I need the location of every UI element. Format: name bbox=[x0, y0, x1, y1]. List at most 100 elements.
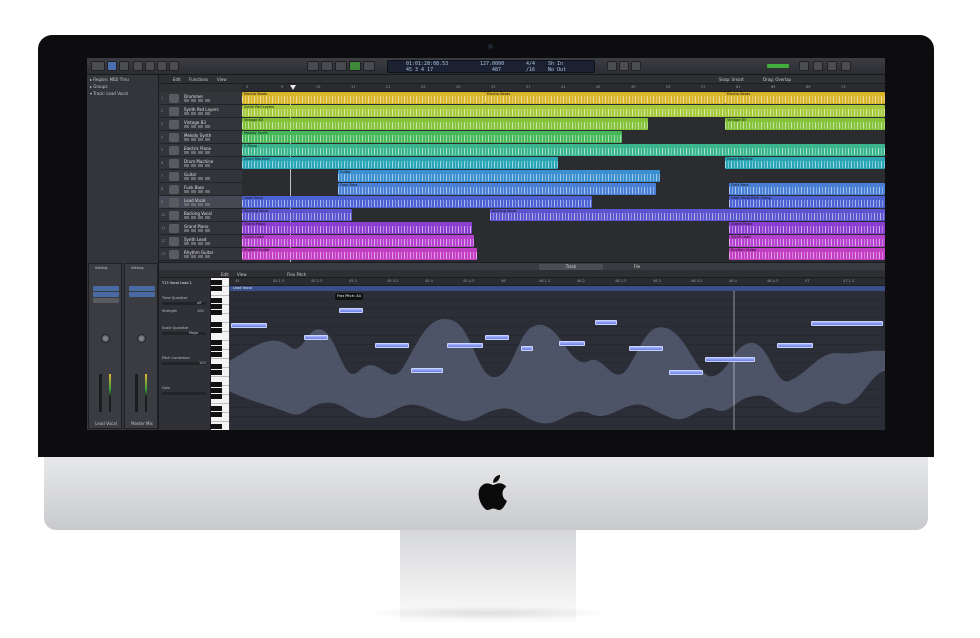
browser-button[interactable] bbox=[841, 61, 851, 71]
region[interactable]: Drum Machine bbox=[242, 157, 558, 169]
pitch-note[interactable] bbox=[629, 346, 663, 351]
pitch-note[interactable] bbox=[411, 368, 443, 373]
region[interactable]: E.Piano bbox=[242, 144, 885, 156]
track-header[interactable]: 2 Synth Pad Layers bbox=[159, 105, 242, 118]
track-lane[interactable]: Synth Pad Layers bbox=[242, 105, 885, 118]
pitch-note[interactable] bbox=[705, 357, 755, 362]
editor-ruler[interactable]: 45 45.1.3 45.2.3 45.3 45.3.3 45.4 45.4.3 46 46.1… bbox=[229, 278, 885, 286]
region[interactable]: Backing Vocal bbox=[242, 209, 352, 221]
black-key[interactable] bbox=[211, 346, 222, 351]
region[interactable]: Drum Machine bbox=[725, 157, 885, 169]
pitch-note[interactable] bbox=[231, 323, 267, 328]
lcd-display[interactable]: 01:01:28:08.53 45 3 4 17 127.0000 487 4/… bbox=[387, 60, 595, 73]
track-header[interactable]: 1 Drummer bbox=[159, 92, 242, 105]
view-menu[interactable]: View bbox=[217, 77, 227, 82]
track-lane[interactable]: Electro Beats Electro Beats Electro Beats bbox=[242, 92, 885, 105]
region[interactable]: Grand Piano bbox=[729, 222, 885, 234]
tracks-area[interactable]: Electro Beats Electro Beats Electro Beats S… bbox=[242, 92, 885, 262]
track-header[interactable]: 3 Vintage B3 bbox=[159, 118, 242, 131]
region[interactable]: Synth Lead bbox=[729, 235, 885, 247]
region[interactable]: Melody Synth bbox=[242, 131, 622, 143]
strip-comp-slot[interactable] bbox=[129, 292, 155, 297]
track-header[interactable]: 6 Drum Machine bbox=[159, 157, 242, 170]
track-lane[interactable]: Synth Lead Synth Lead bbox=[242, 235, 885, 248]
track-header[interactable]: 13 Rhythm Guitar bbox=[159, 248, 242, 261]
track-header[interactable]: 10 Backing Vocal bbox=[159, 209, 242, 222]
inspector-region-row[interactable]: ▸ Region: MIDI Thru bbox=[90, 77, 129, 82]
track-header[interactable]: 12 Synth Lead bbox=[159, 235, 242, 248]
editor-view-menu[interactable]: View bbox=[237, 272, 247, 277]
editors-button[interactable] bbox=[169, 61, 179, 71]
black-key[interactable] bbox=[211, 340, 222, 345]
track-lane[interactable]: Guitar bbox=[242, 170, 885, 183]
black-key[interactable] bbox=[211, 406, 222, 411]
track-lane[interactable]: Melody Synth bbox=[242, 131, 885, 144]
strip-eq-slot[interactable] bbox=[93, 286, 119, 291]
track-lane[interactable]: Backing Vocal Backing Vocal bbox=[242, 209, 885, 222]
black-key[interactable] bbox=[211, 280, 222, 285]
pitch-note[interactable] bbox=[595, 320, 617, 325]
black-key[interactable] bbox=[211, 310, 222, 315]
track-lane[interactable]: Vintage B3 Vintage B3 bbox=[242, 118, 885, 131]
play-button[interactable] bbox=[349, 61, 361, 71]
master-volume-slider[interactable] bbox=[767, 64, 789, 68]
strip-bus-slot[interactable] bbox=[93, 298, 119, 303]
region[interactable]: Rhythm Guitar bbox=[242, 248, 477, 260]
black-key[interactable] bbox=[211, 328, 222, 333]
region[interactable]: Rhythm Guitar bbox=[729, 248, 885, 260]
track-lane[interactable]: Rhythm Guitar Rhythm Guitar bbox=[242, 248, 885, 261]
mute-solo-buttons[interactable] bbox=[184, 164, 210, 167]
strip-eq-slot[interactable] bbox=[129, 286, 155, 291]
pan-knob[interactable] bbox=[101, 334, 110, 343]
track-lane[interactable]: E.Piano bbox=[242, 144, 885, 157]
strip-comp-slot[interactable] bbox=[93, 292, 119, 297]
mute-solo-buttons[interactable] bbox=[184, 112, 210, 115]
editor-edit-menu[interactable]: Edit bbox=[221, 272, 229, 277]
tuner-button[interactable] bbox=[619, 61, 629, 71]
black-key[interactable] bbox=[211, 388, 222, 393]
mute-solo-buttons[interactable] bbox=[184, 138, 210, 141]
volume-fader[interactable] bbox=[135, 374, 138, 412]
timeline-ruler[interactable]: 5 9 13 17 21 25 29 33 37 41 45 49 53 57 61 65 69 73 bbox=[242, 84, 885, 92]
region[interactable]: Electro Beats bbox=[485, 92, 725, 104]
inspector-groups-row[interactable]: ▸ Groups bbox=[90, 84, 108, 89]
mute-solo-buttons[interactable] bbox=[184, 203, 210, 206]
pitch-note[interactable] bbox=[521, 346, 533, 351]
region[interactable]: Lead Vocal Pitch Comp bbox=[729, 196, 885, 208]
pitch-note[interactable] bbox=[447, 343, 483, 348]
smart-controls-button[interactable] bbox=[145, 61, 155, 71]
metronome-button[interactable] bbox=[631, 61, 641, 71]
region[interactable]: Backing Vocal bbox=[490, 209, 885, 221]
track-header[interactable]: 5 Electric Piano bbox=[159, 144, 242, 157]
pitch-note[interactable] bbox=[339, 308, 363, 313]
pitch-note[interactable] bbox=[669, 370, 703, 375]
inspector-button[interactable] bbox=[107, 61, 117, 71]
library-button[interactable] bbox=[91, 61, 105, 71]
flex-pitch-editor[interactable] bbox=[229, 291, 885, 430]
region[interactable]: Vintage B3 bbox=[242, 118, 648, 130]
track-header[interactable]: 11 Grand Piano bbox=[159, 222, 242, 235]
track-header[interactable]: 8 Funk Bass bbox=[159, 183, 242, 196]
black-key[interactable] bbox=[211, 304, 222, 309]
track-lane[interactable]: Grand Piano Grand Piano bbox=[242, 222, 885, 235]
strip-setting-button[interactable]: Setting bbox=[131, 266, 144, 270]
track-lane[interactable]: Lead Vocal Lead Vocal Pitch Comp bbox=[242, 196, 885, 209]
strip-setting-button[interactable]: Setting bbox=[95, 266, 108, 270]
piano-keyboard[interactable] bbox=[211, 278, 229, 430]
track-header[interactable]: 9 Lead Vocal bbox=[159, 196, 242, 209]
cycle-button[interactable] bbox=[607, 61, 617, 71]
region[interactable]: Funk Bass bbox=[338, 183, 656, 195]
black-key[interactable] bbox=[211, 352, 222, 357]
region[interactable]: Synth Lead bbox=[242, 235, 474, 247]
track-header[interactable]: 4 Melody Synth bbox=[159, 131, 242, 144]
region[interactable]: Vintage B3 bbox=[725, 118, 885, 130]
notepad-button[interactable] bbox=[813, 61, 823, 71]
track-header[interactable]: 7 Guitar bbox=[159, 170, 242, 183]
scale-quantize-select[interactable] bbox=[162, 332, 206, 335]
stop-button[interactable] bbox=[335, 61, 347, 71]
mute-solo-buttons[interactable] bbox=[184, 242, 210, 245]
black-key[interactable] bbox=[211, 364, 222, 369]
record-button[interactable] bbox=[363, 61, 375, 71]
track-lane[interactable]: Drum Machine Drum Machine bbox=[242, 157, 885, 170]
black-key[interactable] bbox=[211, 412, 222, 417]
